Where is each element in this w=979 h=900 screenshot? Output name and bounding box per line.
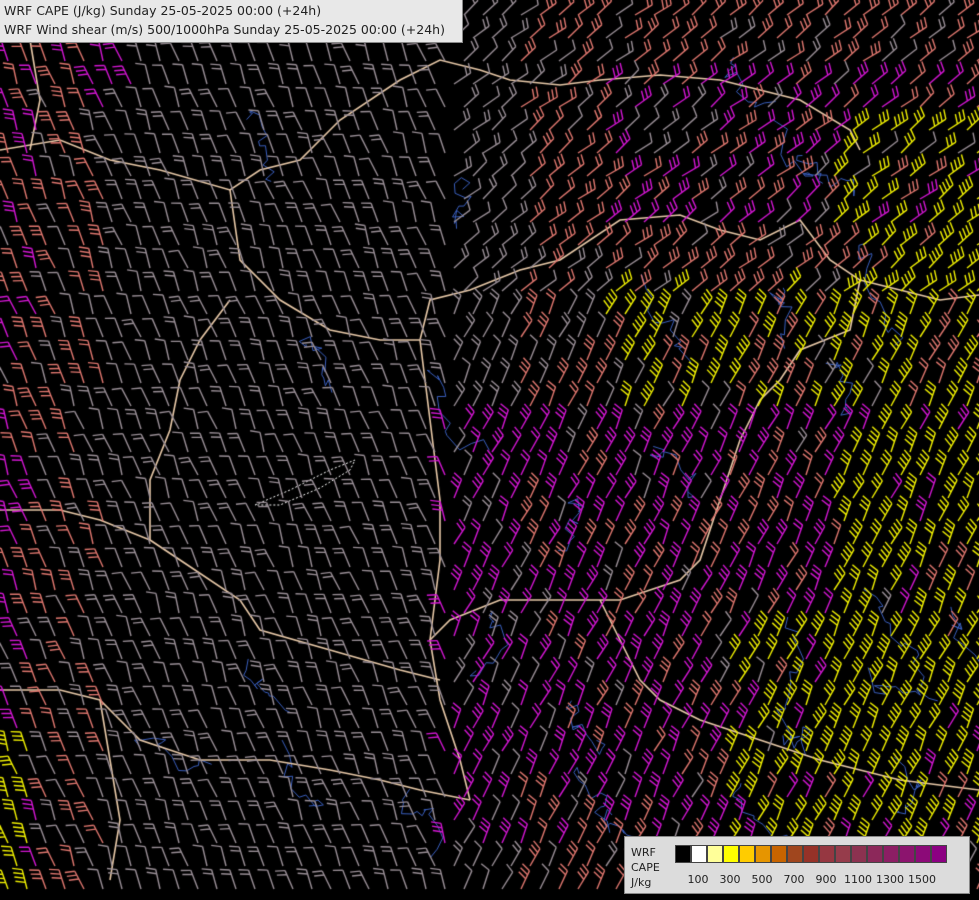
legend-swatch xyxy=(931,845,947,863)
legend-swatch xyxy=(771,845,787,863)
legend-swatch xyxy=(803,845,819,863)
wind-shear-title: WRF Wind shear (m/s) 500/1000hPa Sunday … xyxy=(4,22,445,37)
legend-swatch xyxy=(899,845,915,863)
legend-swatch xyxy=(819,845,835,863)
legend-tick-label: 500 xyxy=(751,873,773,886)
legend-swatch xyxy=(787,845,803,863)
legend-swatch xyxy=(755,845,771,863)
legend-swatch xyxy=(835,845,851,863)
legend-model-name: WRF xyxy=(631,846,656,859)
legend-variable-name: CAPE xyxy=(631,861,660,874)
legend-tick-label: 900 xyxy=(815,873,837,886)
wind-shear-cape-map xyxy=(0,0,979,900)
legend-swatch xyxy=(867,845,883,863)
legend-swatch xyxy=(723,845,739,863)
legend-unit: J/kg xyxy=(631,876,652,889)
map-title-box: WRF CAPE (J/kg) Sunday 25-05-2025 00:00 … xyxy=(0,0,463,43)
cape-legend: WRF CAPE J/kg 100 300 500 700 900 1100 1300 150… xyxy=(624,836,970,894)
legend-swatch xyxy=(707,845,723,863)
legend-swatch xyxy=(691,845,707,863)
legend-swatch xyxy=(883,845,899,863)
legend-tick-label: 1300 xyxy=(876,873,904,886)
legend-swatch xyxy=(675,845,691,863)
legend-swatch xyxy=(915,845,931,863)
legend-tick-label: 100 xyxy=(687,873,709,886)
legend-swatch xyxy=(739,845,755,863)
legend-swatch xyxy=(851,845,867,863)
cape-title: WRF CAPE (J/kg) Sunday 25-05-2025 00:00 … xyxy=(4,3,322,18)
legend-tick-label: 1100 xyxy=(844,873,872,886)
legend-tick-label: 300 xyxy=(719,873,741,886)
legend-tick-label: 1500 xyxy=(908,873,936,886)
legend-tick-label: 700 xyxy=(783,873,805,886)
